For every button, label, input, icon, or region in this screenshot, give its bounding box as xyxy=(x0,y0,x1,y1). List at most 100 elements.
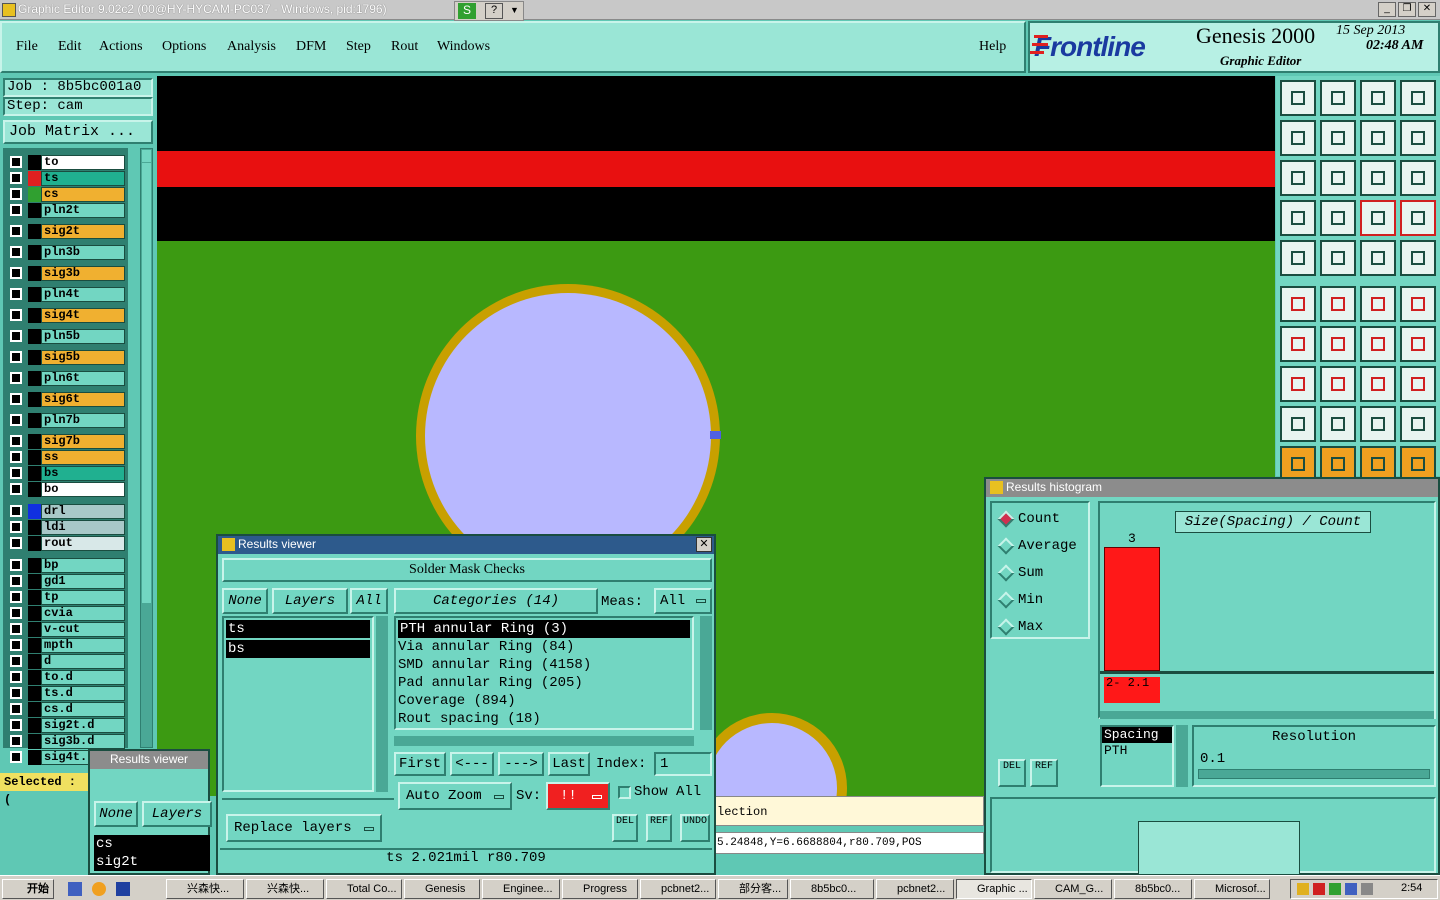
redo-icon[interactable] xyxy=(1400,120,1436,156)
taskbar-item[interactable]: 兴森快... xyxy=(166,879,244,899)
layer-item[interactable]: sig4t xyxy=(41,308,125,323)
layer-item[interactable]: sig5b xyxy=(41,350,125,365)
arc-icon[interactable] xyxy=(1360,326,1396,362)
menu-step[interactable]: Step xyxy=(346,39,371,55)
layer-color-swatch[interactable] xyxy=(28,413,41,428)
layer-item[interactable]: v-cut xyxy=(41,622,125,637)
layer-checkbox[interactable] xyxy=(10,414,22,426)
home-icon[interactable] xyxy=(1360,80,1396,116)
layer-color-swatch[interactable] xyxy=(28,203,41,218)
layer-item[interactable]: sig6t xyxy=(41,392,125,407)
layer-checkbox[interactable] xyxy=(10,575,22,587)
option-min[interactable]: Min xyxy=(992,590,1088,610)
undo-icon[interactable] xyxy=(1360,120,1396,156)
taskbar-item[interactable]: Graphic ... xyxy=(956,879,1032,899)
layer-color-swatch[interactable] xyxy=(28,434,41,449)
layer-color-swatch[interactable] xyxy=(28,187,41,202)
export-icon[interactable] xyxy=(1320,120,1356,156)
layer-checkbox[interactable] xyxy=(10,655,22,667)
layer-checkbox[interactable] xyxy=(10,719,22,731)
shape-icon[interactable] xyxy=(1400,366,1436,402)
prev-button[interactable]: <--- xyxy=(450,752,494,776)
arrow-up-red-icon[interactable] xyxy=(1400,406,1436,442)
list-item[interactable]: PTH xyxy=(1102,743,1172,759)
layer-scrollbar[interactable] xyxy=(140,148,153,748)
save-icon[interactable] xyxy=(1320,80,1356,116)
import-icon[interactable] xyxy=(1280,120,1316,156)
layer-color-swatch[interactable] xyxy=(28,606,41,621)
layer-item[interactable]: mpth xyxy=(41,638,125,653)
auto-zoom-select[interactable]: Auto Zoom xyxy=(398,782,512,810)
layer-color-swatch[interactable] xyxy=(28,686,41,701)
taskbar-item[interactable]: CAM_G... xyxy=(1034,879,1112,899)
list-item[interactable]: ts xyxy=(226,620,370,638)
layer-color-swatch[interactable] xyxy=(28,574,41,589)
layer-color-swatch[interactable] xyxy=(28,750,41,765)
layer-item[interactable]: ts.d xyxy=(41,686,125,701)
start-button[interactable]: 开始 xyxy=(2,879,54,899)
scale-icon[interactable] xyxy=(1360,160,1396,196)
tray-icon[interactable] xyxy=(1329,883,1341,895)
layer-color-swatch[interactable] xyxy=(28,638,41,653)
layer-color-swatch[interactable] xyxy=(28,466,41,481)
layer-checkbox[interactable] xyxy=(10,330,22,342)
arrow-up-icon[interactable] xyxy=(1320,406,1356,442)
layer-checkbox[interactable] xyxy=(10,309,22,321)
app-icon[interactable] xyxy=(116,882,130,896)
arrow-up-alt-icon[interactable] xyxy=(1360,406,1396,442)
browser-icon[interactable] xyxy=(92,882,106,896)
layer-color-swatch[interactable] xyxy=(28,308,41,323)
layer-color-swatch[interactable] xyxy=(28,245,41,260)
meas-select[interactable]: All xyxy=(654,588,712,614)
category-hscrollbar[interactable] xyxy=(394,736,694,746)
list-item[interactable]: Coverage (894) xyxy=(396,692,692,710)
tray-icon[interactable] xyxy=(1361,883,1373,895)
layer-item[interactable]: pln4t xyxy=(41,287,125,302)
line-icon[interactable] xyxy=(1400,286,1436,322)
layer-color-swatch[interactable] xyxy=(28,450,41,465)
help-icon[interactable]: ? xyxy=(485,3,503,19)
pad-icon[interactable] xyxy=(1400,240,1436,276)
fit-icon[interactable] xyxy=(1280,160,1316,196)
layer-item[interactable]: to xyxy=(41,155,125,170)
sv-select[interactable]: !! xyxy=(546,782,610,810)
taskbar-item[interactable]: Genesis xyxy=(404,879,480,899)
layer-item[interactable]: sig2t.d xyxy=(41,718,125,733)
layer-checkbox[interactable] xyxy=(10,703,22,715)
layer-checkbox[interactable] xyxy=(10,735,22,747)
maximize-icon[interactable]: ❐ xyxy=(1398,2,1416,17)
layer-checkbox[interactable] xyxy=(10,267,22,279)
layer-checkbox[interactable] xyxy=(10,537,22,549)
list-item[interactable]: PTH annular Ring (3) xyxy=(398,620,690,638)
index-input[interactable]: 1 xyxy=(654,752,712,776)
list-item[interactable]: SMD annular Ring (4158) xyxy=(396,656,692,674)
layer-item[interactable]: sig2t xyxy=(41,224,125,239)
layer-checkbox[interactable] xyxy=(10,607,22,619)
slash-icon[interactable] xyxy=(1320,326,1356,362)
dot-icon[interactable] xyxy=(1280,366,1316,402)
layer-checkbox[interactable] xyxy=(10,639,22,651)
layer-checkbox[interactable] xyxy=(10,393,22,405)
scroll-thumb[interactable] xyxy=(142,163,151,603)
select-icon[interactable] xyxy=(1280,240,1316,276)
scroll-up-arrow[interactable] xyxy=(142,150,151,162)
layer-item[interactable]: to.d xyxy=(41,670,125,685)
layer-checkbox[interactable] xyxy=(10,246,22,258)
menu-file[interactable]: File xyxy=(16,39,38,55)
last-button[interactable]: Last xyxy=(548,752,590,776)
list-item[interactable]: Rout spacing (18) xyxy=(396,710,692,728)
minimize-icon[interactable]: _ xyxy=(1378,2,1396,17)
layer-checkbox[interactable] xyxy=(10,451,22,463)
layer-item[interactable]: pln3b xyxy=(41,245,125,260)
close-icon[interactable]: ✕ xyxy=(696,537,712,552)
settings-icon[interactable] xyxy=(1280,200,1316,236)
taskbar-item[interactable]: 8b5bc0... xyxy=(790,879,874,899)
menu-options[interactable]: Options xyxy=(162,39,206,55)
layer-item[interactable]: bs xyxy=(41,466,125,481)
menu-rout[interactable]: Rout xyxy=(391,39,418,55)
taskbar-item[interactable]: Enginee... xyxy=(482,879,560,899)
layer-color-swatch[interactable] xyxy=(28,155,41,170)
layer-color-swatch[interactable] xyxy=(28,329,41,344)
list-item[interactable]: sig2t xyxy=(94,853,210,871)
first-button[interactable]: First xyxy=(394,752,446,776)
